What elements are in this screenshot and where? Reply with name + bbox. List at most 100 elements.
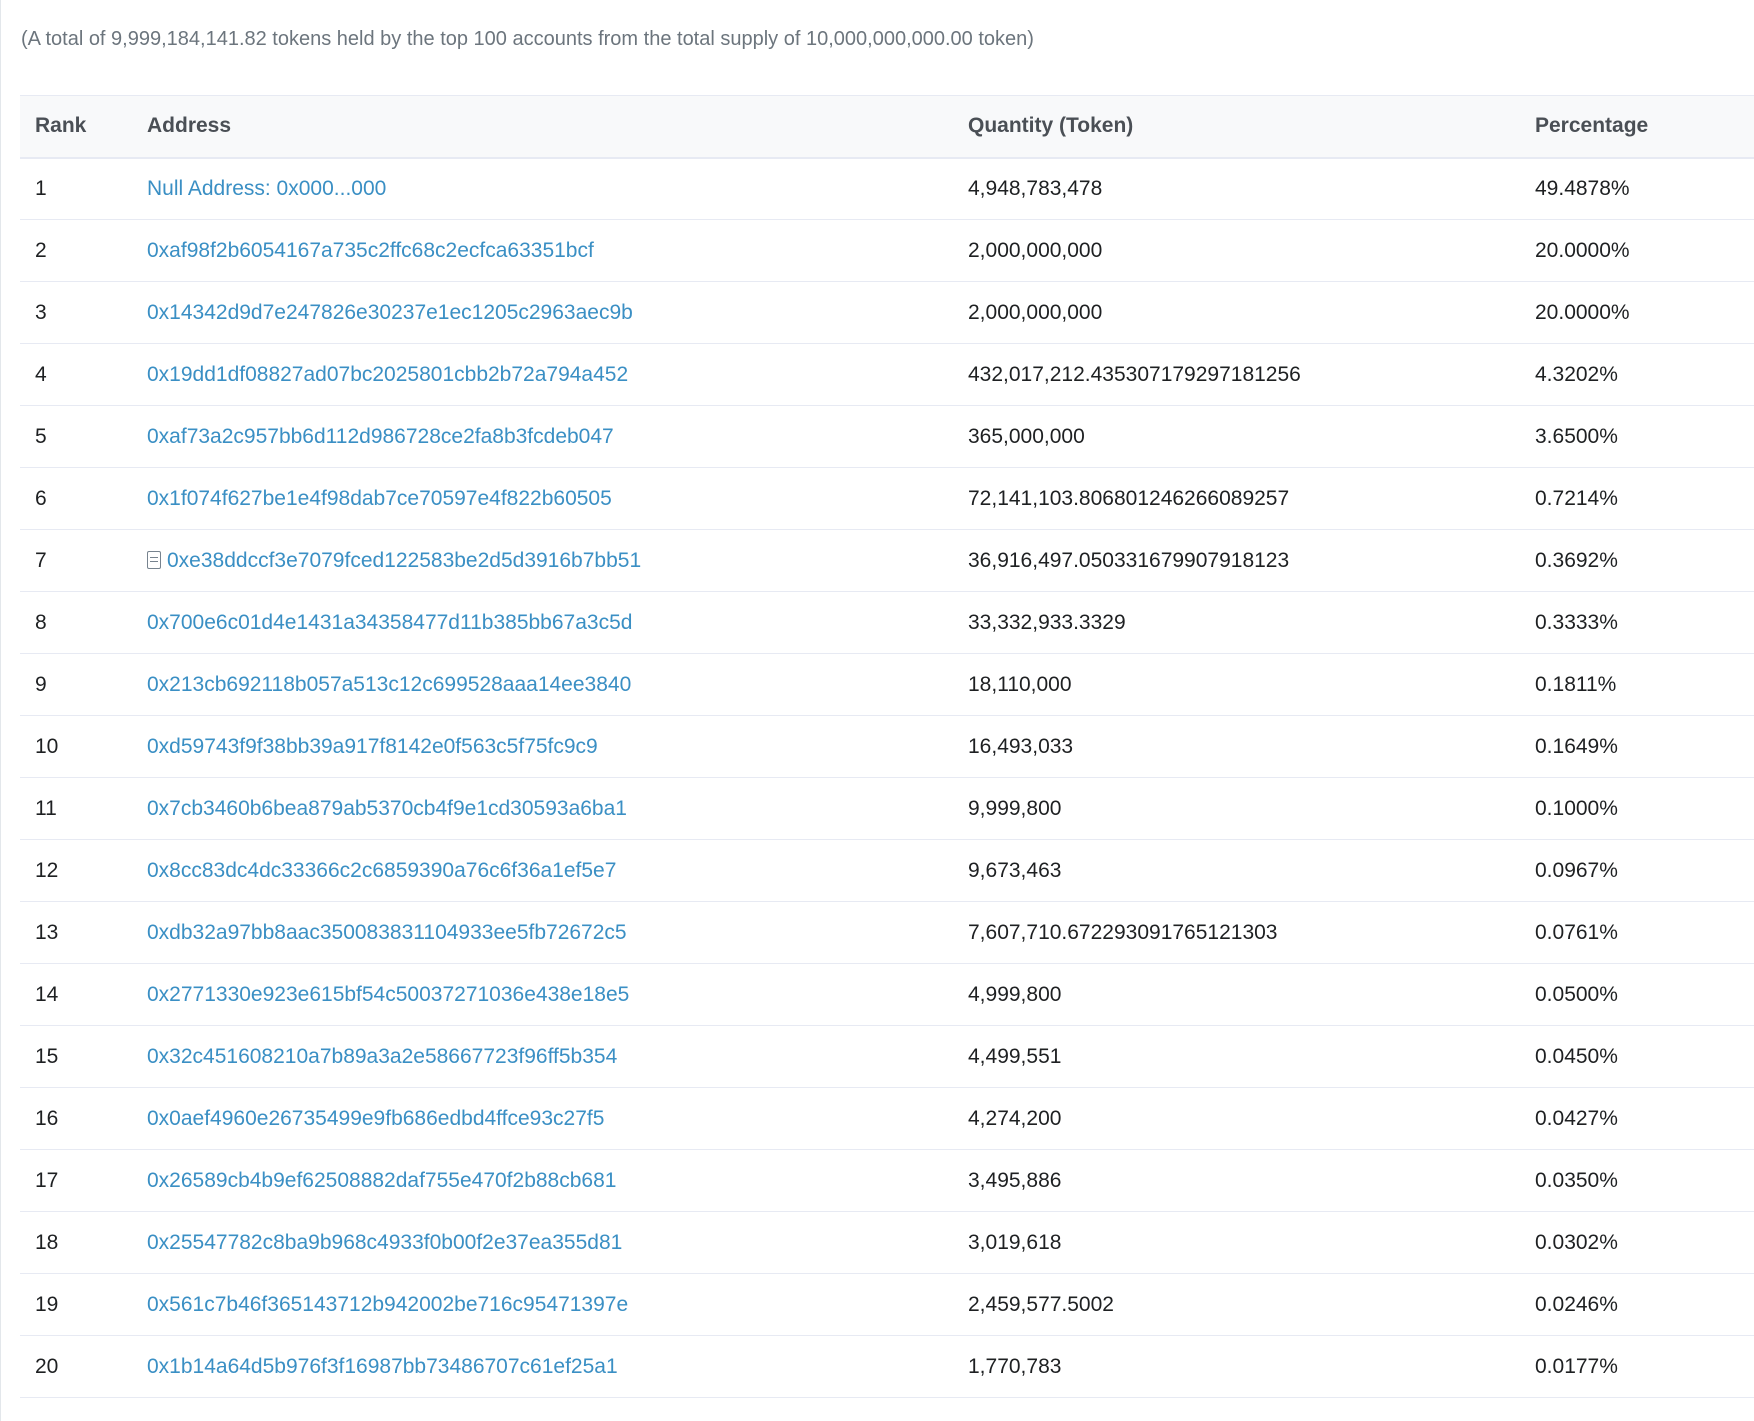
table-row: 3 0x14342d9d7e247826e30237e1ec1205c2963ae… — [20, 282, 1754, 344]
holders-summary: (A total of 9,999,184,141.82 tokens held… — [21, 28, 1034, 50]
table-row: 7 0xe38ddccf3e7079fced122583be2d5d3916b7b… — [20, 530, 1754, 592]
quantity-cell: 4,948,783,478 — [968, 176, 1103, 200]
quantity-cell: 33,332,933.3329 — [968, 610, 1126, 634]
holder-address-link[interactable]: 0x1b14a64d5b976f3f16987bb73486707c61ef25… — [147, 1355, 618, 1378]
address-cell: 0x1b14a64d5b976f3f16987bb73486707c61ef25… — [147, 1336, 968, 1398]
address-cell: 0xe38ddccf3e7079fced122583be2d5d3916b7bb… — [147, 530, 968, 592]
table-row: 15 0x32c451608210a7b89a3a2e58667723f96ff5… — [20, 1026, 1754, 1088]
address-cell: 0x19dd1df08827ad07bc2025801cbb2b72a794a4… — [147, 344, 968, 406]
holder-address-link[interactable]: Null Address: 0x000...000 — [147, 177, 386, 200]
quantity-cell: 9,673,463 — [968, 858, 1062, 882]
percentage-cell: 0.7214% — [1535, 486, 1618, 510]
holder-address-link[interactable]: 0x7cb3460b6bea879ab5370cb4f9e1cd30593a6b… — [147, 797, 627, 820]
contract-file-icon — [147, 550, 161, 569]
holder-address-link[interactable]: 0xdb32a97bb8aac350083831104933ee5fb72672… — [147, 921, 627, 944]
percentage-cell: 0.1000% — [1535, 796, 1618, 820]
rank-cell: 12 — [35, 858, 59, 882]
address-cell: Null Address: 0x000...000 — [147, 158, 968, 220]
quantity-cell: 4,999,800 — [968, 982, 1062, 1006]
rank-cell: 4 — [35, 362, 47, 386]
holder-address-link[interactable]: 0x700e6c01d4e1431a34358477d11b385bb67a3c… — [147, 611, 632, 634]
header-percentage: Percentage — [1535, 114, 1649, 138]
holder-address-link[interactable]: 0x32c451608210a7b89a3a2e58667723f96ff5b3… — [147, 1045, 617, 1068]
rank-cell: 19 — [35, 1292, 59, 1316]
table-header-row: Rank Address Quantity (Token) Percentage — [20, 95, 1754, 158]
holder-address-link[interactable]: 0x0aef4960e26735499e9fb686edbd4ffce93c27… — [147, 1107, 604, 1130]
holders-table: Rank Address Quantity (Token) Percentage… — [20, 95, 1754, 1398]
rank-cell: 17 — [35, 1168, 59, 1192]
percentage-cell: 0.3692% — [1535, 548, 1618, 572]
quantity-cell: 9,999,800 — [968, 796, 1062, 820]
percentage-cell: 0.1811% — [1535, 672, 1617, 696]
table-row: 12 0x8cc83dc4dc33366c2c6859390a76c6f36a1e… — [20, 840, 1754, 902]
address-cell: 0x14342d9d7e247826e30237e1ec1205c2963aec… — [147, 282, 968, 344]
holder-address-link[interactable]: 0xd59743f9f38bb39a917f8142e0f563c5f75fc9… — [147, 735, 598, 758]
holder-address-link[interactable]: 0xe38ddccf3e7079fced122583be2d5d3916b7bb… — [167, 549, 641, 572]
rank-cell: 16 — [35, 1106, 59, 1130]
address-cell: 0x7cb3460b6bea879ab5370cb4f9e1cd30593a6b… — [147, 778, 968, 840]
percentage-cell: 49.4878% — [1535, 176, 1630, 200]
table-row: 20 0x1b14a64d5b976f3f16987bb73486707c61ef… — [20, 1336, 1754, 1398]
table-row: 13 0xdb32a97bb8aac350083831104933ee5fb726… — [20, 902, 1754, 964]
holder-address-link[interactable]: 0x2771330e923e615bf54c50037271036e438e18… — [147, 983, 629, 1006]
address-cell: 0xd59743f9f38bb39a917f8142e0f563c5f75fc9… — [147, 716, 968, 778]
percentage-cell: 0.3333% — [1535, 610, 1618, 634]
rank-cell: 20 — [35, 1354, 59, 1378]
holder-address-link[interactable]: 0x19dd1df08827ad07bc2025801cbb2b72a794a4… — [147, 363, 628, 386]
holder-address-link[interactable]: 0xaf73a2c957bb6d112d986728ce2fa8b3fcdeb0… — [147, 425, 614, 448]
holder-address-link[interactable]: 0x213cb692118b057a513c12c699528aaa14ee38… — [147, 673, 631, 696]
rank-cell: 9 — [35, 672, 47, 696]
holder-address-link[interactable]: 0x14342d9d7e247826e30237e1ec1205c2963aec… — [147, 301, 633, 324]
quantity-cell: 2,000,000,000 — [968, 300, 1103, 324]
table-row: 2 0xaf98f2b6054167a735c2ffc68c2ecfca63351… — [20, 220, 1754, 282]
rank-cell: 11 — [35, 796, 57, 820]
rank-cell: 5 — [35, 424, 47, 448]
percentage-cell: 0.0761% — [1535, 920, 1618, 944]
holder-address-link[interactable]: 0x1f074f627be1e4f98dab7ce70597e4f822b605… — [147, 487, 612, 510]
rank-cell: 2 — [35, 238, 47, 262]
quantity-cell: 1,770,783 — [968, 1354, 1062, 1378]
table-row: 8 0x700e6c01d4e1431a34358477d11b385bb67a3… — [20, 592, 1754, 654]
percentage-cell: 20.0000% — [1535, 238, 1630, 262]
table-row: 14 0x2771330e923e615bf54c50037271036e438e… — [20, 964, 1754, 1026]
holder-address-link[interactable]: 0x25547782c8ba9b968c4933f0b00f2e37ea355d… — [147, 1231, 622, 1254]
header-quantity: Quantity (Token) — [968, 114, 1134, 138]
holder-address-link[interactable]: 0x8cc83dc4dc33366c2c6859390a76c6f36a1ef5… — [147, 859, 616, 882]
quantity-cell: 7,607,710.672293091765121303 — [968, 920, 1278, 944]
address-cell: 0x700e6c01d4e1431a34358477d11b385bb67a3c… — [147, 592, 968, 654]
rank-cell: 1 — [35, 176, 47, 200]
rank-cell: 13 — [35, 920, 59, 944]
table-row: 1 Null Address: 0x000...000 4,948,783,478 4… — [20, 158, 1754, 220]
holders-table-body: 1 Null Address: 0x000...000 4,948,783,478 4… — [20, 158, 1754, 1398]
quantity-cell: 2,459,577.5002 — [968, 1292, 1114, 1316]
table-row: 16 0x0aef4960e26735499e9fb686edbd4ffce93c… — [20, 1088, 1754, 1150]
holder-address-link[interactable]: 0x561c7b46f365143712b942002be716c9547139… — [147, 1293, 628, 1316]
header-rank: Rank — [35, 114, 87, 138]
quantity-cell: 18,110,000 — [968, 672, 1072, 696]
rank-cell: 8 — [35, 610, 47, 634]
address-cell: 0xdb32a97bb8aac350083831104933ee5fb72672… — [147, 902, 968, 964]
table-row: 4 0x19dd1df08827ad07bc2025801cbb2b72a794a… — [20, 344, 1754, 406]
table-row: 10 0xd59743f9f38bb39a917f8142e0f563c5f75f… — [20, 716, 1754, 778]
quantity-cell: 2,000,000,000 — [968, 238, 1103, 262]
rank-cell: 7 — [35, 548, 47, 572]
holder-address-link[interactable]: 0x26589cb4b9ef62508882daf755e470f2b88cb6… — [147, 1169, 616, 1192]
address-cell: 0x561c7b46f365143712b942002be716c9547139… — [147, 1274, 968, 1336]
quantity-cell: 72,141,103.806801246266089257 — [968, 486, 1290, 510]
quantity-cell: 4,274,200 — [968, 1106, 1062, 1130]
holders-page: (A total of 9,999,184,141.82 tokens held… — [0, 0, 1754, 1421]
percentage-cell: 0.0350% — [1535, 1168, 1618, 1192]
rank-cell: 3 — [35, 300, 47, 324]
percentage-cell: 4.3202% — [1535, 362, 1618, 386]
percentage-cell: 0.0427% — [1535, 1106, 1618, 1130]
percentage-cell: 0.0450% — [1535, 1044, 1618, 1068]
table-row: 17 0x26589cb4b9ef62508882daf755e470f2b88c… — [20, 1150, 1754, 1212]
address-cell: 0x2771330e923e615bf54c50037271036e438e18… — [147, 964, 968, 1026]
percentage-cell: 0.0177% — [1535, 1354, 1618, 1378]
rank-cell: 10 — [35, 734, 59, 758]
quantity-cell: 3,019,618 — [968, 1230, 1062, 1254]
rank-cell: 14 — [35, 982, 59, 1006]
address-cell: 0x32c451608210a7b89a3a2e58667723f96ff5b3… — [147, 1026, 968, 1088]
holder-address-link[interactable]: 0xaf98f2b6054167a735c2ffc68c2ecfca63351b… — [147, 239, 594, 262]
percentage-cell: 0.1649% — [1535, 734, 1618, 758]
